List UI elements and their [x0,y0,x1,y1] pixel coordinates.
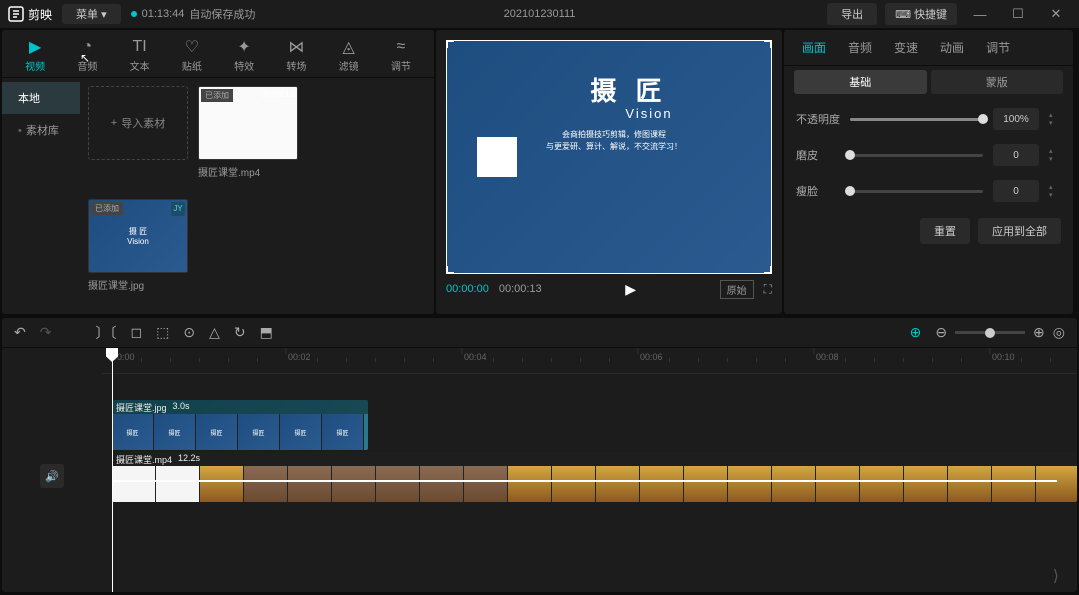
face-label: 瘦脸 [796,183,840,199]
split-button[interactable]: 〕〔 [95,323,116,343]
autosave-status: 01:13:44 自动保存成功 [131,6,256,22]
shortcut-button[interactable]: ⌨ 快捷键 [885,3,957,25]
media-item[interactable]: 已添加 JY 摄 匠Vision 摄匠课堂.jpg [88,199,188,292]
props-tab-音频[interactable]: 音频 [840,35,880,60]
timeline-ruler[interactable]: 00:0000:0200:0400:0600:0800:10 [102,348,1077,374]
face-slider[interactable] [850,190,983,193]
tool-tab-调节[interactable]: ≈调节 [376,34,426,77]
project-name: 202101230111 [504,8,576,20]
titlebar: 剪映 菜单 ▾ 01:13:44 自动保存成功 202101230111 导出 … [0,0,1079,28]
zoom-fit-button[interactable]: ◎ [1053,324,1065,341]
skin-slider[interactable] [850,154,983,157]
face-stepper[interactable]: ▴▾ [1049,183,1061,199]
props-subtab-蒙版[interactable]: 蒙版 [931,70,1064,94]
props-tab-动画[interactable]: 动画 [932,35,972,60]
speed-button[interactable]: ⊙ [183,324,195,341]
snap-button[interactable]: ⊕ [910,324,922,341]
media-panel: ▶视频◔音频TI文本♡贴纸✦特效⋈转场◬滤镜≈调节 本地•素材库 + 导入素材 … [2,30,434,314]
reset-button[interactable]: 重置 [920,218,970,244]
rotate-button[interactable]: ↻ [234,324,246,341]
preview-panel: 摄 匠 Vision 会商拍摄技巧剪辑，修图课程与更爱研、算计、解说，不交流学习… [436,30,782,314]
media-sidebar: 本地•素材库 [2,78,80,314]
tool-tab-视频[interactable]: ▶视频 [10,34,60,77]
timeline-panel: ↶ ↷ 〕〔 ◻ ⬚ ⊙ △ ↻ ⬒ ⊕ ⊖ ⊕ ◎ 🔊 00:0000:020… [2,318,1077,592]
props-tab-变速[interactable]: 变速 [886,35,926,60]
zoom-out-button[interactable]: ⊖ [935,324,947,341]
minimize-button[interactable]: — [965,7,995,22]
tool-tab-转场[interactable]: ⋈转场 [271,34,321,77]
skin-value[interactable]: 0 [993,144,1039,166]
undo-button[interactable]: ↶ [14,324,26,341]
redo-button[interactable]: ↷ [40,324,52,341]
timeline-clip-video[interactable]: 摄匠课堂.mp412.2s [112,452,1077,502]
properties-panel: 画面音频变速动画调节 基础蒙版 不透明度 100% ▴▾ 磨皮 0 ▴▾ 瘦脸 … [784,30,1073,314]
timeline-clip-image[interactable]: 摄匠课堂.jpg3.0s 摄匠摄匠摄匠摄匠摄匠摄匠 [112,400,368,450]
freeze-button[interactable]: ⬒ [260,324,273,341]
apply-all-button[interactable]: 应用到全部 [978,218,1061,244]
crop-button[interactable]: ◻ [130,324,142,341]
zoom-in-button[interactable]: ⊕ [1033,324,1045,341]
props-tab-调节[interactable]: 调节 [978,35,1018,60]
current-time: 00:00:00 [446,283,489,295]
face-value[interactable]: 0 [993,180,1039,202]
cursor-icon: ↖ [80,51,90,65]
sidebar-tab-本地[interactable]: 本地 [2,82,80,114]
props-tab-画面[interactable]: 画面 [794,35,834,60]
tool-tabs: ▶视频◔音频TI文本♡贴纸✦特效⋈转场◬滤镜≈调节 [2,30,434,78]
tool-tab-文本[interactable]: TI文本 [115,34,165,77]
preview-viewport[interactable]: 摄 匠 Vision 会商拍摄技巧剪辑，修图课程与更爱研、算计、解说，不交流学习… [446,40,772,274]
scroll-hint-icon: ⟩ [1053,566,1059,586]
maximize-button[interactable]: ☐ [1003,6,1033,22]
media-item[interactable]: 已添加 00:00:13 摄匠课堂.mp4 [198,86,298,179]
mute-button[interactable]: 🔊 [40,464,64,488]
opacity-value[interactable]: 100% [993,108,1039,130]
total-duration: 00:00:13 [499,283,542,295]
skin-label: 磨皮 [796,147,840,163]
skin-stepper[interactable]: ▴▾ [1049,147,1061,163]
export-button[interactable]: 导出 [827,3,877,25]
menu-button[interactable]: 菜单 ▾ [62,4,121,24]
mirror-button[interactable]: △ [209,324,220,341]
zoom-slider[interactable] [955,331,1025,334]
play-button[interactable]: ▶ [625,281,636,298]
playhead[interactable] [112,348,113,592]
opacity-slider[interactable] [850,118,983,121]
tool-tab-滤镜[interactable]: ◬滤镜 [324,34,374,77]
import-media-button[interactable]: + 导入素材 [88,86,188,160]
ratio-button[interactable]: ⬚ [156,324,169,341]
app-logo: 剪映 [8,6,52,23]
tool-tab-贴纸[interactable]: ♡贴纸 [167,34,217,77]
close-button[interactable]: ✕ [1041,6,1071,22]
fullscreen-button[interactable]: ⛶ [764,282,772,297]
sidebar-tab-素材库[interactable]: •素材库 [2,114,80,146]
jianying-icon: JY [171,202,185,216]
opacity-label: 不透明度 [796,111,840,127]
props-subtab-基础[interactable]: 基础 [794,70,927,94]
opacity-stepper[interactable]: ▴▾ [1049,111,1061,127]
original-ratio-button[interactable]: 原始 [720,280,754,299]
tool-tab-特效[interactable]: ✦特效 [219,34,269,77]
